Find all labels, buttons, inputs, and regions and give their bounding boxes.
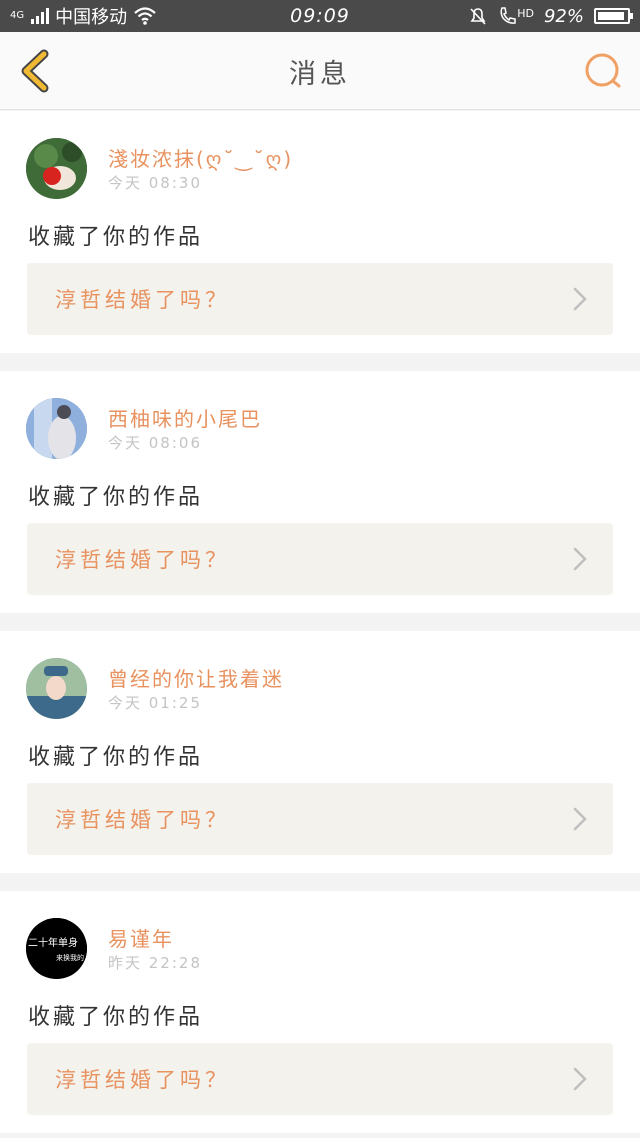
avatar-image	[26, 398, 87, 459]
avatar-image: 二十年单身 来换我的	[26, 918, 87, 979]
search-icon[interactable]	[580, 48, 626, 94]
chevron-right-icon	[573, 547, 587, 571]
avatar-text-line-1: 二十年单身	[28, 936, 78, 949]
status-bar: 4G 中国移动 09:09 HD 92%	[0, 0, 640, 32]
bell-muted-icon	[470, 8, 486, 25]
phone-icon	[500, 7, 516, 24]
chevron-right-icon	[573, 1067, 587, 1091]
message-card: 西柚味的小尾巴 今天 08:06 收藏了你的作品 淳哲结婚了吗？	[0, 371, 640, 613]
work-title: 淳哲结婚了吗？	[55, 808, 230, 832]
username[interactable]: 曾经的你让我着迷	[108, 663, 284, 692]
avatar-image	[26, 138, 87, 199]
work-link[interactable]: 淳哲结婚了吗？	[27, 1043, 613, 1115]
message-time: 今天 01:25	[108, 694, 202, 712]
message-time: 昨天 22:28	[108, 954, 202, 972]
work-link[interactable]: 淳哲结婚了吗？	[27, 783, 613, 855]
avatar-image	[26, 658, 87, 719]
avatar[interactable]	[26, 138, 87, 199]
avatar[interactable]	[26, 658, 87, 719]
avatar[interactable]	[26, 398, 87, 459]
message-card: 二十年单身 来换我的 易谨年 昨天 22:28 收藏了你的作品 淳哲结婚了吗？	[0, 891, 640, 1133]
username[interactable]: 淺妆浓抹(ღ˘‿˘ღ)	[108, 143, 293, 172]
action-text: 收藏了你的作品	[28, 1005, 204, 1030]
status-right: HD 92%	[468, 0, 633, 32]
call-hd-indicator: HD	[498, 6, 534, 26]
hd-label: HD	[517, 7, 534, 20]
username[interactable]: 易谨年	[108, 923, 174, 952]
battery-icon	[594, 8, 633, 24]
work-title: 淳哲结婚了吗？	[55, 548, 230, 572]
avatar[interactable]: 二十年单身 来换我的	[26, 918, 87, 979]
avatar-text-line-2: 来换我的	[56, 953, 84, 962]
page-title: 消息	[289, 58, 351, 90]
action-text: 收藏了你的作品	[28, 745, 204, 770]
work-title: 淳哲结婚了吗？	[55, 288, 230, 312]
nav-header: 消息	[0, 32, 640, 110]
battery-percent: 92%	[543, 5, 584, 27]
chevron-right-icon	[573, 287, 587, 311]
message-time: 今天 08:06	[108, 434, 202, 452]
work-title: 淳哲结婚了吗？	[55, 1068, 230, 1092]
action-text: 收藏了你的作品	[28, 485, 204, 510]
message-time: 今天 08:30	[108, 174, 202, 192]
work-link[interactable]: 淳哲结婚了吗？	[27, 523, 613, 595]
chevron-right-icon	[573, 807, 587, 831]
work-link[interactable]: 淳哲结婚了吗？	[27, 263, 613, 335]
message-card: 淺妆浓抹(ღ˘‿˘ღ) 今天 08:30 收藏了你的作品 淳哲结婚了吗？	[0, 111, 640, 353]
message-card: 曾经的你让我着迷 今天 01:25 收藏了你的作品 淳哲结婚了吗？	[0, 631, 640, 873]
action-text: 收藏了你的作品	[28, 225, 204, 250]
username[interactable]: 西柚味的小尾巴	[108, 403, 262, 432]
